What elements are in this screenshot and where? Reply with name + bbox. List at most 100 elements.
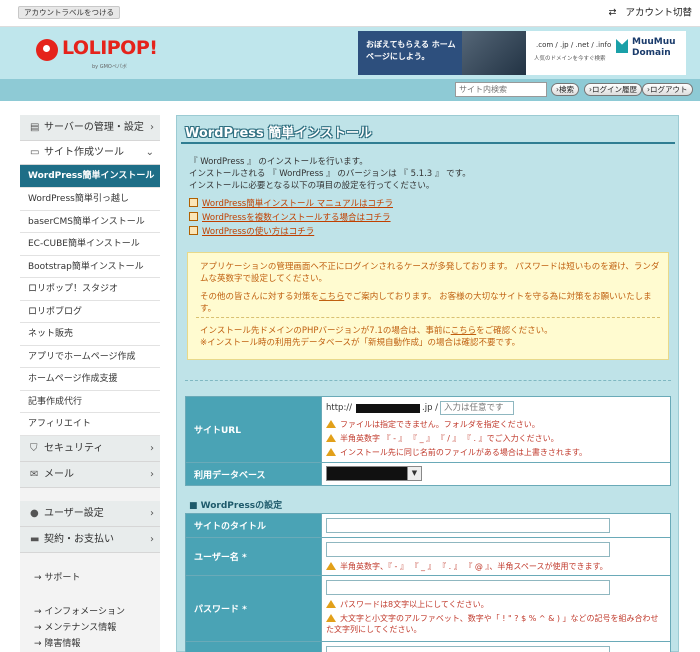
link-multi-text[interactable]: WordPressを複数インストールする場合はコチラ <box>202 213 391 223</box>
row-username: ユーザー名 * 半角英数字、『 - 』 『 _ 』 『 . 』 『 @ 』、半角… <box>186 538 670 576</box>
intro-text: 『 WordPress 』 のインストールを行います。 インストールされる 『 … <box>189 156 471 192</box>
site-url-cell: http:// .jp / ファイルは指定できません。フォルダを指定ください。 … <box>321 397 670 462</box>
ad-banner-homepage[interactable]: おぼえてもらえる ホームページにしよう。 <box>358 31 526 75</box>
sidebar-cat-server[interactable]: ▤ サーバーの管理・設定 › <box>20 115 160 141</box>
sidebar-cat-site-tools[interactable]: ▭ サイト作成ツール ⌄ <box>20 141 160 165</box>
sidebar-link-maintenance[interactable]: → メンテナンス情報 <box>20 621 160 635</box>
notice-divider <box>196 317 660 318</box>
username-warn: 半角英数字、『 - 』 『 _ 』 『 . 』 『 @ 』、半角スペースが使用で… <box>326 561 608 572</box>
link-usage[interactable]: WordPressの使い方はコチラ <box>189 225 393 239</box>
label-site-title: サイトのタイトル <box>186 514 321 537</box>
security-notice: アプリケーションの管理画面へ不正にログインされるケースが多発しております。 パス… <box>187 252 669 360</box>
username-cell: 半角英数字、『 - 』 『 _ 』 『 . 』 『 @ 』、半角スペースが使用で… <box>321 538 670 575</box>
account-switch-button[interactable]: ⇄ アカウント切替 <box>608 5 692 21</box>
section-divider <box>185 380 671 381</box>
email-input[interactable] <box>326 646 610 652</box>
sidebar-cat-user[interactable]: ● ユーザー設定 › <box>20 501 160 527</box>
sidebar-link-trouble[interactable]: → 障害情報 <box>20 637 160 651</box>
account-label-button[interactable]: アカウントラベルをつける <box>18 6 120 19</box>
link-multi[interactable]: WordPressを複数インストールする場合はコチラ <box>189 211 393 225</box>
banner1-text: おぼえてもらえる ホームページにしよう。 <box>366 40 456 61</box>
database-select[interactable]: ▼ <box>326 466 422 481</box>
document-icon <box>189 212 198 221</box>
sidebar-link-info[interactable]: → インフォメーション <box>20 605 160 619</box>
logo-mark-icon <box>36 39 58 61</box>
chevron-right-icon: › <box>150 443 154 454</box>
sidebar-item-wp-move[interactable]: WordPress簡単引っ越し <box>20 188 160 211</box>
warning-icon <box>326 434 336 442</box>
arrow-right-icon: → <box>34 573 45 583</box>
ad-banner-muumuu[interactable]: .com / .jp / .net / .info 人気のドメインを今すぐ検索 … <box>526 31 686 75</box>
intro-line: インストールされる 『 WordPress 』 のバージョンは 『 5.1.3 … <box>189 169 471 179</box>
page-title: WordPress 簡単インストール <box>185 126 373 141</box>
notice-p2: その他の皆さんに対する対策をこちらでご案内しております。 お客様の大切なサイトを… <box>200 292 652 314</box>
chevron-down-icon: ⌄ <box>145 147 154 158</box>
username-input[interactable] <box>326 542 610 557</box>
chevron-right-icon: › <box>150 469 154 480</box>
sidebar-item-hp-support[interactable]: ホームページ作成支援 <box>20 368 160 391</box>
header: LOLIPOP! by GMOペパボ おぼえてもらえる ホームページにしよう。 … <box>0 27 700 79</box>
sidebar-cat-mail[interactable]: ✉ メール › <box>20 462 160 488</box>
warning-icon <box>326 420 336 428</box>
sidebar-item-eccube[interactable]: EC-CUBE簡単インストール <box>20 233 160 256</box>
logo-sub: by GMOペパボ <box>92 64 127 70</box>
password-cell: パスワードは8文字以上にしてください。 大文字と小文字のアルファベット、数字や「… <box>321 576 670 641</box>
redacted-domain <box>356 404 420 413</box>
sidebar-item-app-hp[interactable]: アプリでホームページ作成 <box>20 346 160 368</box>
password-warn-1: パスワードは8文字以上にしてください。 <box>326 599 489 610</box>
site-title-input[interactable] <box>326 518 610 533</box>
sidebar: ▤ サーバーの管理・設定 › ▭ サイト作成ツール ⌄ WordPress簡単インストー… <box>20 115 160 652</box>
banner2-domains: .com / .jp / .net / .info <box>536 41 612 49</box>
row-site-url: サイトURL http:// .jp / ファイルは指定できません。フォルダを指… <box>186 397 670 463</box>
link-manual[interactable]: WordPress簡単インストール マニュアルはコチラ <box>189 197 393 211</box>
logout-button[interactable]: ›ログアウト <box>642 83 693 96</box>
document-icon <box>189 226 198 235</box>
account-switch-label: アカウント切替 <box>625 7 692 19</box>
top-bar: アカウントラベルをつける ⇄ アカウント切替 <box>0 0 700 27</box>
url-tld: .jp / <box>422 403 439 413</box>
password-warn-2: 大文字と小文字のアルファベット、数字や「 ! " ? $ % ^ & ) 」など… <box>326 614 659 634</box>
banner1-photo <box>462 31 526 75</box>
sidebar-item-bootstrap[interactable]: Bootstrap簡単インストール <box>20 256 160 278</box>
sidebar-item-wp-install[interactable]: WordPress簡単インストール <box>20 165 160 188</box>
site-title-cell <box>321 514 670 537</box>
chevron-right-icon: › <box>150 122 154 133</box>
row-site-title: サイトのタイトル <box>186 514 670 538</box>
link-manual-text[interactable]: WordPress簡単インストール マニュアルはコチラ <box>202 199 393 209</box>
row-password: パスワード * パスワードは8文字以上にしてください。 大文字と小文字のアルファ… <box>186 576 670 642</box>
sidebar-item-studio[interactable]: ロリポップ！スタジオ <box>20 278 160 301</box>
wp-settings-heading: ■ WordPressの設定 <box>189 501 283 511</box>
link-usage-text[interactable]: WordPressの使い方はコチラ <box>202 227 314 237</box>
card-icon: ▬ <box>30 534 40 545</box>
intro-line: インストールに必要となる以下の項目の設定を行ってください。 <box>189 181 435 191</box>
sidebar-item-basercms[interactable]: baserCMS簡単インストール <box>20 211 160 233</box>
sidebar-item-article[interactable]: 記事作成代行 <box>20 391 160 413</box>
arrow-right-icon: → <box>34 607 45 617</box>
chevron-right-icon: › <box>150 534 154 545</box>
sidebar-cat-security[interactable]: ⛉ セキュリティ › <box>20 436 160 462</box>
login-history-button[interactable]: ›ログイン履歴 <box>584 83 642 96</box>
url-warn-2: 半角英数字 『 - 』 『 _ 』 『 / 』 『 . 』でご入力ください。 <box>326 433 559 444</box>
install-dir-input[interactable] <box>440 401 514 415</box>
label-next <box>186 642 321 652</box>
label-password: パスワード * <box>186 576 321 641</box>
sidebar-link-support[interactable]: → サポート <box>20 571 160 585</box>
search-button[interactable]: ›検索 <box>551 83 579 96</box>
password-input[interactable] <box>326 580 610 595</box>
site-search-input[interactable] <box>455 82 547 97</box>
sidebar-item-net-shop[interactable]: ネット販売 <box>20 323 160 346</box>
sidebar-cat-contract[interactable]: ▬ 契約・お支払い › <box>20 527 160 553</box>
monitor-icon: ▭ <box>30 147 40 158</box>
arrow-right-icon: → <box>34 623 45 633</box>
sidebar-item-affiliate[interactable]: アフィリエイト <box>20 413 160 436</box>
form-table-url: サイトURL http:// .jp / ファイルは指定できません。フォルダを指… <box>185 396 671 486</box>
form-table-wp: サイトのタイトル ユーザー名 * 半角英数字、『 - 』 『 _ 』 『 . 』… <box>185 513 671 652</box>
sidebar-item-blog[interactable]: ロリポブログ <box>20 301 160 323</box>
switch-arrows-icon: ⇄ <box>608 7 617 18</box>
help-links: WordPress簡単インストール マニュアルはコチラ WordPressを複数… <box>189 197 393 239</box>
warning-icon <box>326 448 336 456</box>
lolipop-logo[interactable]: LOLIPOP! by GMOペパボ <box>36 37 158 71</box>
shield-icon: ⛉ <box>30 443 38 454</box>
notice-link-2[interactable]: こちら <box>451 326 477 336</box>
notice-link-1[interactable]: こちら <box>319 292 344 302</box>
